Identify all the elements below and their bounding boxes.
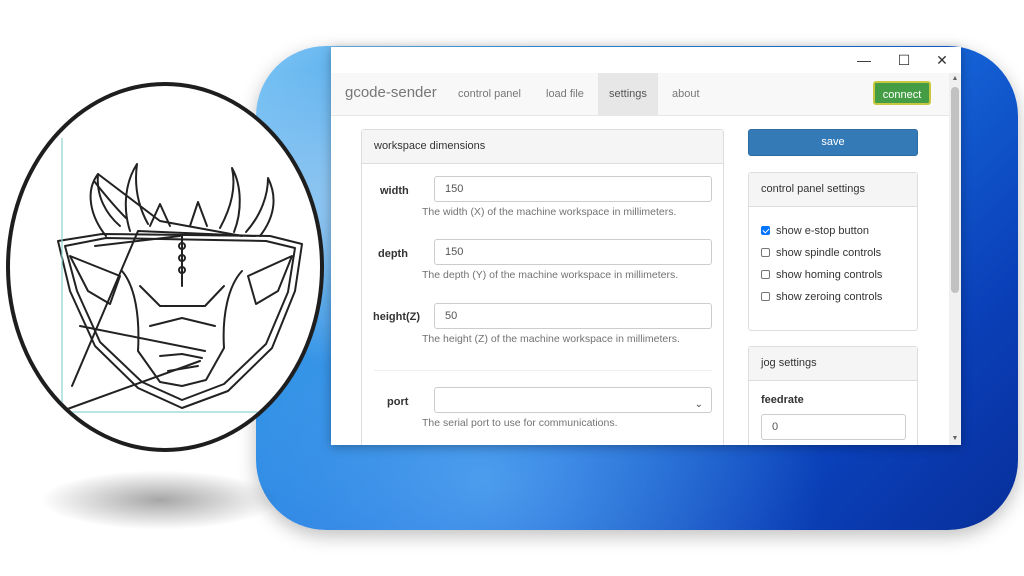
save-button[interactable]: save xyxy=(748,129,918,156)
panel-heading: jog settings xyxy=(749,347,917,381)
depth-label: depth xyxy=(378,248,408,260)
option-show-spindle[interactable]: show spindle controls xyxy=(761,246,881,260)
workspace-dimensions-panel: workspace dimensions width 150 The width… xyxy=(361,129,724,445)
option-label: show zeroing controls xyxy=(776,291,883,303)
vertical-scrollbar[interactable]: ▲ ▼ xyxy=(949,73,961,445)
option-label: show spindle controls xyxy=(776,247,882,259)
scroll-up-icon[interactable]: ▲ xyxy=(949,73,961,85)
depth-input[interactable]: 150 xyxy=(434,239,712,265)
app-window: — ☐ ✕ gcode-sender control panel load fi… xyxy=(331,47,961,445)
settings-content: workspace dimensions width 150 The width… xyxy=(331,116,949,445)
option-label: show e-stop button xyxy=(776,225,869,237)
tab-about[interactable]: about xyxy=(661,73,711,115)
port-label: port xyxy=(387,396,409,408)
height-input[interactable]: 50 xyxy=(434,303,712,329)
jog-settings-panel: jog settings feedrate 0 xyxy=(748,346,918,445)
checkbox-checked[interactable] xyxy=(761,225,770,235)
title-bar: — ☐ ✕ xyxy=(331,47,961,73)
app-brand[interactable]: gcode-sender xyxy=(345,84,437,101)
height-label: height(Z) xyxy=(373,311,421,323)
checkbox[interactable] xyxy=(761,291,770,301)
maximize-button[interactable]: ☐ xyxy=(893,51,915,69)
checkbox[interactable] xyxy=(761,247,770,257)
deer-head-line-art xyxy=(57,138,303,416)
feedrate-label: feedrate xyxy=(761,394,804,406)
tab-load-file[interactable]: load file xyxy=(535,73,595,115)
option-show-homing[interactable]: show homing controls xyxy=(761,268,882,282)
option-show-e-stop[interactable]: show e-stop button xyxy=(761,224,869,238)
divider xyxy=(374,370,712,371)
width-help: The width (X) of the machine workspace i… xyxy=(422,206,677,218)
option-show-zeroing[interactable]: show zeroing controls xyxy=(761,290,882,304)
port-help: The serial port to use for communication… xyxy=(422,417,618,429)
option-label: show homing controls xyxy=(776,269,883,281)
drop-shadow xyxy=(40,470,280,530)
feedrate-input[interactable]: 0 xyxy=(761,414,906,440)
connect-button[interactable]: connect xyxy=(873,81,931,105)
checkbox[interactable] xyxy=(761,269,770,279)
panel-heading: control panel settings xyxy=(749,173,917,207)
tab-control-panel[interactable]: control panel xyxy=(447,73,532,115)
panel-heading: workspace dimensions xyxy=(362,130,723,164)
height-help: The height (Z) of the machine workspace … xyxy=(422,333,680,345)
width-input[interactable]: 150 xyxy=(434,176,712,202)
tab-settings[interactable]: settings xyxy=(598,73,658,115)
control-panel-settings-panel: control panel settings show e-stop butto… xyxy=(748,172,918,331)
depth-help: The depth (Y) of the machine workspace i… xyxy=(422,269,679,281)
width-label: width xyxy=(380,185,409,197)
scroll-thumb[interactable] xyxy=(951,87,959,293)
scroll-down-icon[interactable]: ▼ xyxy=(949,433,961,445)
minimize-button[interactable]: — xyxy=(853,51,875,69)
port-select[interactable]: ⌄ xyxy=(434,387,712,413)
chevron-down-icon: ⌄ xyxy=(694,399,703,410)
drawing-preview-circle xyxy=(6,82,324,452)
navbar: gcode-sender control panel load file set… xyxy=(331,73,949,116)
close-button[interactable]: ✕ xyxy=(931,51,953,69)
